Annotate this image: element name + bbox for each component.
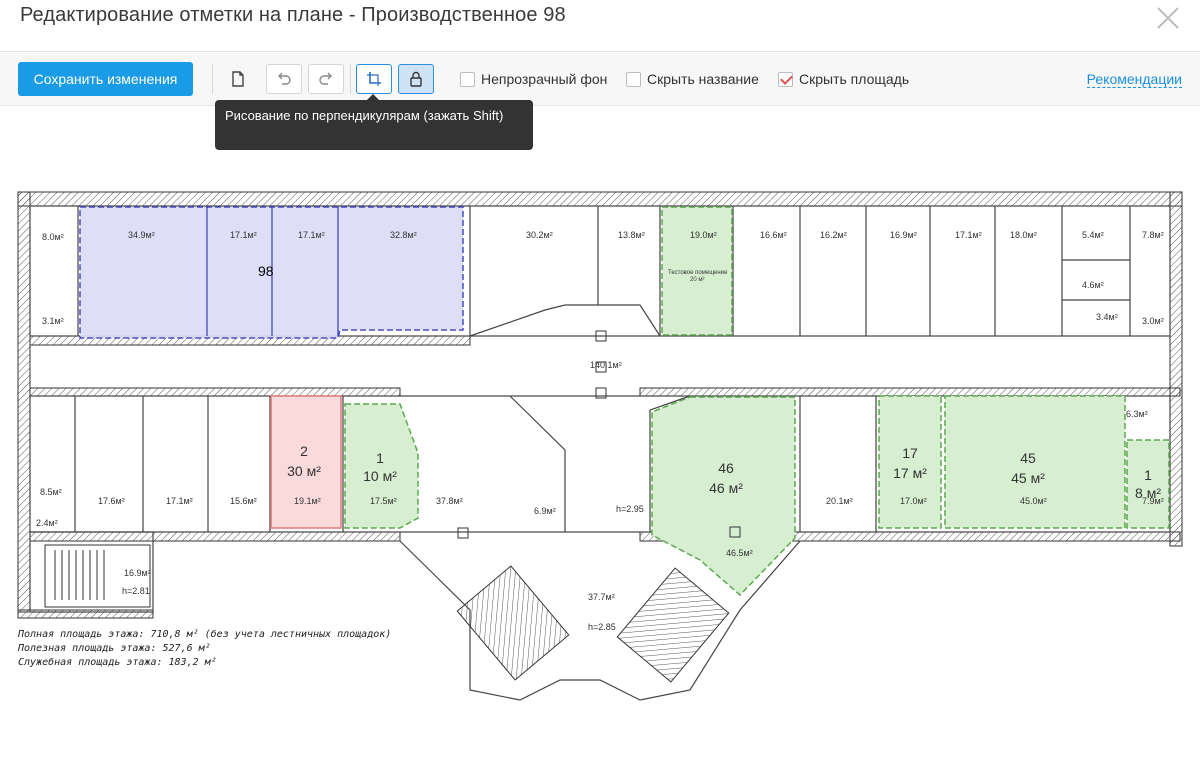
new-document-button[interactable]	[220, 64, 256, 94]
checkbox-label: Непрозрачный фон	[481, 71, 608, 87]
room-area-label: 6.9м²	[534, 506, 556, 516]
room-area-label: 7.8м²	[1142, 230, 1164, 240]
hide-name-checkbox[interactable]: Скрыть название	[626, 71, 759, 87]
green-area-1b[interactable]	[1126, 439, 1170, 529]
file-icon	[232, 71, 244, 87]
room-area-label: 30.2м²	[526, 230, 553, 240]
toolbar: Сохранить изменения Непрозрачный фон Скр…	[0, 52, 1200, 106]
room-area-label: 17.5м²	[370, 496, 397, 506]
undo-icon	[278, 72, 291, 85]
test-room-label: Тестовое помещение	[668, 270, 728, 276]
marker-area: 46 м²	[709, 480, 743, 496]
perpendicular-draw-icon	[367, 72, 381, 86]
checkbox-box[interactable]	[460, 71, 475, 87]
room-area-label: 20.1м²	[826, 496, 853, 506]
marker-number: 46	[718, 460, 734, 476]
room-area-label: 3.0м²	[1142, 316, 1164, 326]
room-area-label: 17.1м²	[298, 230, 325, 240]
room-area-label: 17.1м²	[955, 230, 982, 240]
room-area-label: 15.6м²	[230, 496, 257, 506]
room-area-label: 34.9м²	[128, 230, 155, 240]
close-button[interactable]	[1154, 4, 1182, 32]
legend-line: Полезная площадь этажа: 527,6 м²	[18, 643, 211, 654]
room-area-label: 2.4м²	[36, 518, 58, 528]
marker-area: 10 м²	[363, 468, 397, 484]
room-area-label: 17.0м²	[900, 496, 927, 506]
room-area-label: 5.4м²	[1082, 230, 1104, 240]
undo-button[interactable]	[266, 64, 302, 94]
hide-area-checkbox[interactable]: Скрыть площадь	[778, 71, 909, 87]
room-area-label: 16.2м²	[820, 230, 847, 240]
room-area-label: 17.6м²	[98, 496, 125, 506]
room-area-label: 32.8м²	[390, 230, 417, 240]
marker-number: 1	[376, 450, 384, 466]
marker-number: 2	[300, 443, 308, 459]
room-area-label: 3.4м²	[1096, 312, 1118, 322]
room-area-label: 19.0м²	[690, 230, 717, 240]
recommendations-link[interactable]: Рекомендации	[1086, 72, 1182, 88]
checkbox-label: Скрыть площадь	[799, 71, 910, 87]
room-area-label: 3.1м²	[42, 316, 64, 326]
room-area-label: 18.0м²	[1010, 230, 1037, 240]
room-area-label: 6.3м²	[1126, 409, 1148, 419]
test-room-area: 20 м²	[690, 277, 704, 283]
room-area-label: 17.1м²	[230, 230, 257, 240]
marker-area: 30 м²	[287, 463, 321, 479]
legend-line: Полная площадь этажа: 710,8 м² (без учет…	[18, 629, 392, 640]
checkbox-box-checked[interactable]	[778, 71, 793, 87]
checkbox-box[interactable]	[626, 71, 641, 87]
corridor-area: 140.1м²	[590, 360, 622, 370]
marker-area: 17 м²	[893, 465, 927, 481]
room-area-label: 4.6м²	[1082, 280, 1104, 290]
lock-button[interactable]	[398, 64, 434, 94]
toolbar-divider	[212, 64, 213, 94]
red-area-2[interactable]	[270, 395, 342, 529]
marker-area: 45 м²	[1011, 470, 1045, 486]
dialog-title: Редактирование отметки на плане - Произв…	[20, 4, 566, 26]
save-changes-button[interactable]: Сохранить изменения	[18, 62, 193, 96]
green-area-1[interactable]	[344, 403, 419, 529]
redo-icon	[319, 72, 332, 85]
room-area-label: 17.1м²	[166, 496, 193, 506]
height-label: h=2.85	[588, 622, 616, 632]
dialog-header: Редактирование отметки на плане - Произв…	[0, 0, 1200, 52]
opaque-background-checkbox[interactable]: Непрозрачный фон	[460, 71, 607, 87]
room-area-label: 8.0м²	[42, 232, 64, 242]
close-icon	[1157, 7, 1179, 29]
room-area-label: 19.1м²	[294, 496, 321, 506]
room-area-label: 46.5м²	[726, 548, 753, 558]
redo-button[interactable]	[308, 64, 344, 94]
room-area-label: 16.6м²	[760, 230, 787, 240]
marker-number: 45	[1020, 450, 1036, 466]
checkbox-label: Скрыть название	[647, 71, 759, 87]
room-area-label: 16.9м²	[890, 230, 917, 240]
selected-area-number: 98	[258, 263, 274, 279]
green-area-17[interactable]	[878, 395, 942, 529]
floor-plan-canvas[interactable]: 8.0м² 34.9м² 17.1м² 17.1м² 32.8м² 30.2м²…	[0, 150, 1200, 777]
tooltip: Рисование по перпендикулярам (зажать Shi…	[215, 94, 533, 150]
height-label: h=2.81	[122, 586, 150, 596]
green-area-46[interactable]	[651, 396, 796, 597]
room-area-label: 37.8м²	[436, 496, 463, 506]
room-area-label: 8.5м²	[40, 487, 62, 497]
marker-number: 17	[902, 445, 918, 461]
lock-icon	[410, 71, 422, 87]
lobby-area: 37.7м²	[588, 592, 615, 602]
perpendicular-draw-button[interactable]	[356, 64, 392, 94]
floor-plan[interactable]: 8.0м² 34.9м² 17.1м² 17.1м² 32.8м² 30.2м²…	[0, 150, 1200, 777]
floor-area-legend: Полная площадь этажа: 710,8 м² (без учет…	[18, 628, 391, 670]
room-area-label: 16.9м²	[124, 568, 151, 578]
toolbar-divider	[350, 64, 351, 94]
marker-area: 8 м²	[1135, 485, 1161, 501]
room-area-label: 13.8м²	[618, 230, 645, 240]
marker-number: 1	[1144, 467, 1152, 483]
height-label: h=2.95	[616, 504, 644, 514]
room-area-label: 45.0м²	[1020, 496, 1047, 506]
legend-line: Служебная площадь этажа: 183,2 м²	[18, 657, 217, 668]
